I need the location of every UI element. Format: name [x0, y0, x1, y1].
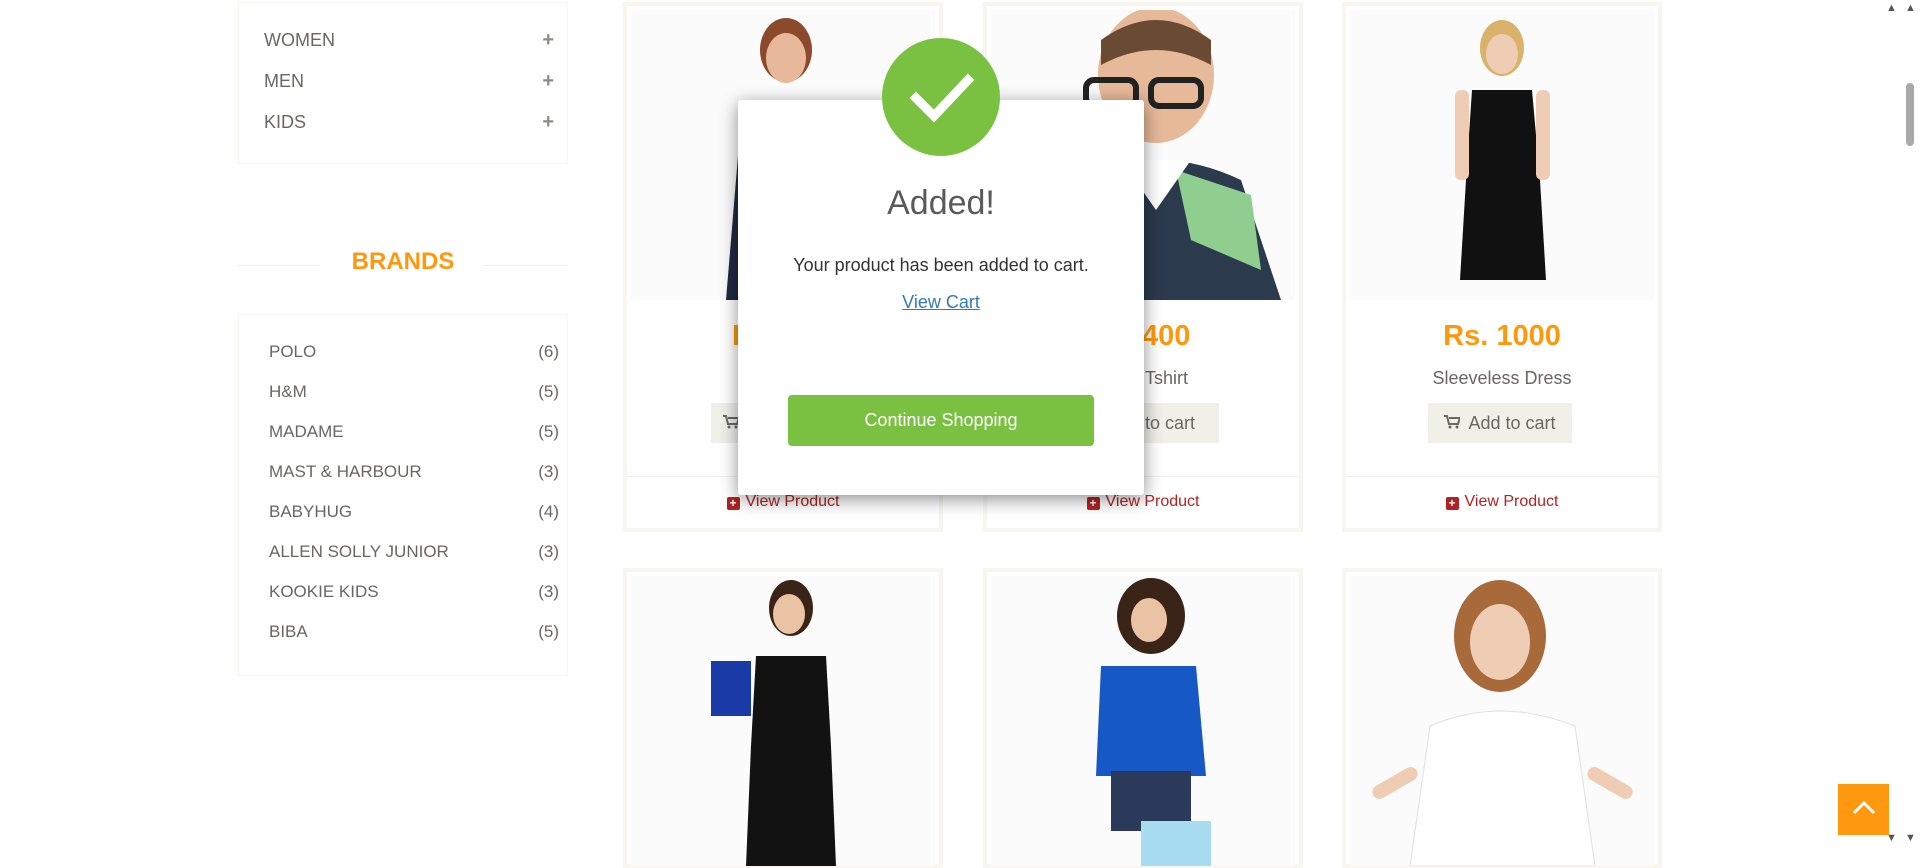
divider [484, 265, 568, 266]
add-to-cart-button[interactable]: Add to cart [1428, 403, 1572, 443]
view-product-link[interactable]: + View Product [987, 493, 1299, 511]
brand-name: MADAME [269, 422, 344, 441]
brand-item[interactable]: BIBA (5) [269, 622, 559, 642]
category-kids[interactable]: KIDS + [264, 111, 554, 134]
brand-item[interactable]: ALLEN SOLLY JUNIOR (3) [269, 542, 559, 562]
product-card [623, 568, 943, 868]
product-card: Rs. 1000 Sleeveless Dress Add to cart + V… [1342, 2, 1662, 532]
category-women[interactable]: WOMEN + [264, 29, 554, 52]
category-label: WOMEN [264, 30, 335, 50]
scroll-up-icon[interactable]: ▲ [1905, 2, 1916, 14]
brand-item[interactable]: H&M (5) [269, 382, 559, 402]
cart-icon [1444, 413, 1462, 434]
continue-shopping-button[interactable]: Continue Shopping [788, 395, 1094, 446]
brand-count: (5) [538, 622, 559, 641]
modal-message: Your product has been added to cart. [793, 255, 1089, 275]
brand-count: (3) [538, 462, 559, 481]
add-to-cart-label: to cart [1144, 412, 1196, 433]
brands-panel: POLO (6) H&M (5) MADAME (5) MAST & HARBO… [238, 314, 568, 676]
view-product-link[interactable]: + View Product [1346, 493, 1658, 511]
brand-count: (3) [538, 582, 559, 601]
add-to-cart-label: Add to cart [1468, 412, 1556, 433]
scrollbar-thumb[interactable] [1906, 83, 1914, 146]
brand-name: MAST & HARBOUR [269, 462, 422, 481]
chevron-up-icon [1852, 799, 1876, 820]
brand-item[interactable]: MADAME (5) [269, 422, 559, 442]
category-label: MEN [264, 71, 304, 91]
view-cart-label: View Cart [902, 292, 980, 312]
view-product-label: View Product [1464, 493, 1559, 510]
product-image [991, 576, 1295, 866]
brand-item[interactable]: MAST & HARBOUR (3) [269, 462, 559, 482]
product-image [1350, 10, 1654, 300]
product-card [983, 568, 1303, 868]
product-image [1350, 576, 1654, 866]
brand-name: H&M [269, 382, 307, 401]
brand-name: BABYHUG [269, 502, 353, 521]
category-panel: WOMEN + MEN + KIDS + [238, 2, 568, 164]
product-image [631, 576, 935, 866]
brands-heading: BRANDS [351, 248, 455, 275]
plus-square-icon: + [1445, 497, 1459, 510]
plus-icon[interactable]: + [542, 70, 554, 93]
view-product-link[interactable]: + View Product [627, 493, 939, 511]
brand-count: (6) [538, 342, 559, 361]
brand-count: (5) [538, 382, 559, 401]
plus-square-icon: + [1086, 497, 1100, 510]
brand-name: KOOKIE KIDS [269, 582, 379, 601]
product-price: Rs. 1000 [1443, 320, 1561, 352]
product-card [1342, 568, 1662, 868]
plus-icon[interactable]: + [542, 111, 554, 134]
brand-item[interactable]: POLO (6) [269, 342, 559, 362]
product-name: Sleeveless Dress [1432, 368, 1572, 388]
brand-name: ALLEN SOLLY JUNIOR [269, 542, 449, 561]
divider [1346, 476, 1658, 477]
modal-title: Added! [887, 184, 995, 222]
scroll-down-icon[interactable]: ▼ [1905, 832, 1916, 844]
cart-icon [723, 413, 741, 434]
brand-item[interactable]: BABYHUG (4) [269, 502, 559, 522]
brand-count: (3) [538, 542, 559, 561]
brand-name: POLO [269, 342, 317, 361]
view-product-label: View Product [745, 493, 840, 510]
plus-square-icon: + [726, 497, 740, 510]
brand-name: BIBA [269, 622, 308, 641]
category-label: KIDS [264, 112, 307, 132]
brand-count: (5) [538, 422, 559, 441]
view-cart-link[interactable]: View Cart [738, 292, 1144, 313]
checkmark-icon [882, 38, 1000, 156]
back-to-top-button[interactable] [1838, 784, 1889, 835]
scroll-up-icon[interactable]: ▲ [1886, 2, 1897, 14]
view-product-label: View Product [1105, 493, 1200, 510]
category-men[interactable]: MEN + [264, 70, 554, 93]
brand-count: (4) [538, 502, 559, 521]
brand-item[interactable]: KOOKIE KIDS (3) [269, 582, 559, 602]
plus-icon[interactable]: + [542, 29, 554, 52]
